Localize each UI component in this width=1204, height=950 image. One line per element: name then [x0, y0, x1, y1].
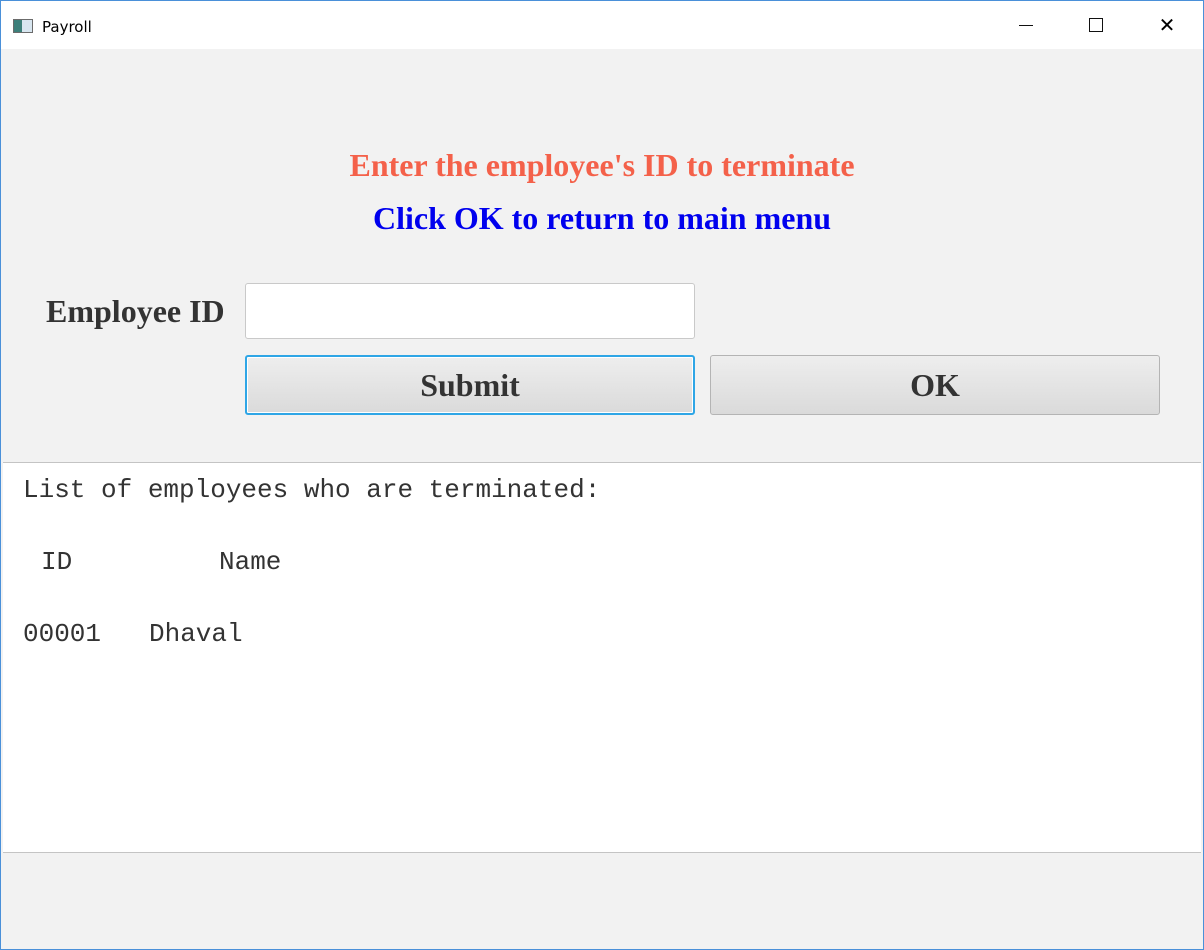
- close-icon: ✕: [1158, 13, 1176, 37]
- payroll-window: Payroll ✕ Enter the employee's ID to ter…: [0, 0, 1204, 950]
- minimize-icon: [1019, 24, 1033, 26]
- maximize-button[interactable]: [1061, 1, 1131, 49]
- employee-id-input[interactable]: [245, 283, 695, 339]
- output-title: List of employees who are terminated:: [23, 475, 601, 505]
- ok-button[interactable]: OK: [710, 355, 1160, 415]
- employee-id-label: Employee ID: [46, 293, 225, 329]
- column-header-name: Name: [219, 547, 282, 577]
- instruction-text: Enter the employee's ID to terminate: [349, 147, 855, 183]
- row-employee-name: Dhaval: [149, 619, 243, 649]
- row-employee-id: 00001: [23, 619, 102, 649]
- close-button[interactable]: ✕: [1132, 1, 1202, 49]
- minimize-button[interactable]: [991, 1, 1061, 49]
- terminated-list-output[interactable]: List of employees who are terminated: ID…: [3, 462, 1201, 853]
- title-bar: Payroll ✕: [1, 1, 1203, 49]
- maximize-icon: [1089, 18, 1103, 32]
- return-hint-text: Click OK to return to main menu: [372, 200, 832, 236]
- window-title: Payroll: [42, 18, 92, 36]
- submit-button[interactable]: Submit: [245, 355, 695, 415]
- app-icon: [13, 19, 33, 33]
- column-header-id: ID: [41, 547, 73, 577]
